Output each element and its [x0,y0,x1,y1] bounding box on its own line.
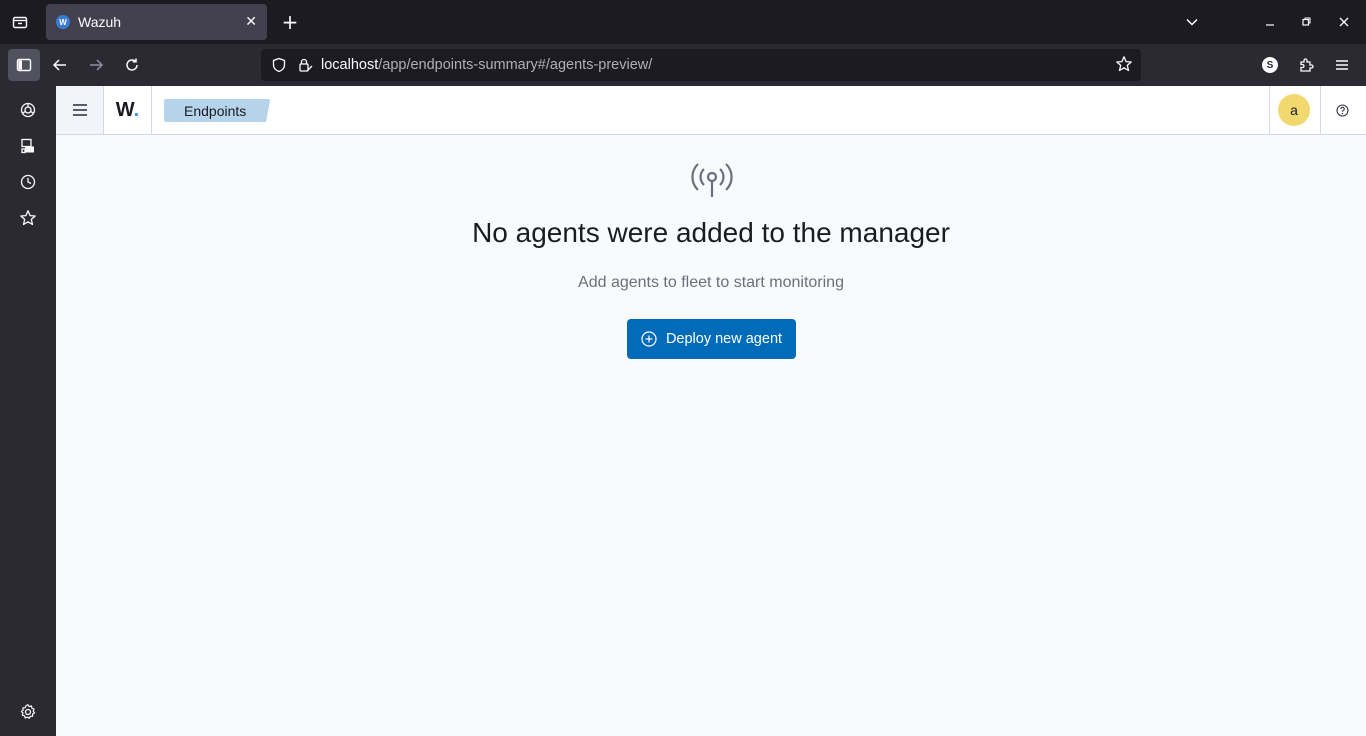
empty-state-title: No agents were added to the manager [472,217,950,248]
broadcast-antenna-icon [691,163,733,197]
reload-button[interactable] [116,49,148,81]
wazuh-favicon-icon: W [56,15,70,29]
wazuh-logo[interactable]: W. [104,86,152,134]
help-icon[interactable] [1334,102,1350,118]
plus-circle-icon [641,331,657,347]
breadcrumb-endpoints[interactable]: Endpoints [164,99,271,122]
side-nav-toggle-button[interactable] [56,86,104,134]
forward-button[interactable] [80,49,112,81]
url-bar[interactable]: localhost/app/endpoints-summary#/agents-… [261,49,1141,81]
browser-tab-strip: W Wazuh ✕ + [0,0,1366,44]
app-menu-button[interactable] [1326,49,1358,81]
bookmark-star-icon[interactable] [1115,55,1133,73]
insecure-lock-icon[interactable] [297,57,313,73]
new-tab-button[interactable]: + [278,10,302,34]
browser-toolbar: localhost/app/endpoints-summary#/agents-… [0,44,1366,86]
sidebar-settings-gear-icon[interactable] [16,700,40,724]
ai-chatbot-icon[interactable] [16,98,40,122]
deploy-new-agent-button[interactable]: Deploy new agent [627,319,796,359]
wazuh-page: W. Endpoints a No agents were added to t… [56,86,1366,736]
profile-avatar: S [1262,57,1278,73]
close-window-icon[interactable] [1332,10,1356,34]
account-button[interactable]: S [1254,49,1286,81]
url-text: localhost/app/endpoints-summary#/agents-… [321,57,653,73]
bookmarks-star-icon[interactable] [16,206,40,230]
tab-overview-icon[interactable] [8,10,32,34]
puzzle-icon [1300,58,1314,72]
minimize-window-icon[interactable] [1258,10,1282,34]
extensions-button[interactable] [1290,49,1322,81]
tab-title: Wazuh [78,14,122,30]
restore-window-icon[interactable] [1294,10,1318,34]
hamburger-icon [72,104,87,116]
header-divider [1269,86,1270,134]
back-button[interactable] [44,49,76,81]
sidebar-toggle-button[interactable] [8,49,40,81]
user-avatar[interactable]: a [1278,94,1310,126]
header-divider [1320,86,1321,134]
browser-sidebar [0,86,56,736]
tab-list-chevron-icon[interactable] [1180,10,1204,34]
synced-tabs-icon[interactable] [16,134,40,158]
empty-state-subtitle: Add agents to fleet to start monitoring [578,274,844,291]
browser-tab[interactable]: W Wazuh ✕ [46,4,267,40]
close-tab-icon[interactable]: ✕ [245,14,257,30]
deploy-button-label: Deploy new agent [665,331,783,347]
hamburger-menu-icon [1336,60,1348,70]
tracking-shield-icon[interactable] [271,57,287,73]
app-header: W. Endpoints a [56,86,1366,135]
history-clock-icon[interactable] [16,170,40,194]
